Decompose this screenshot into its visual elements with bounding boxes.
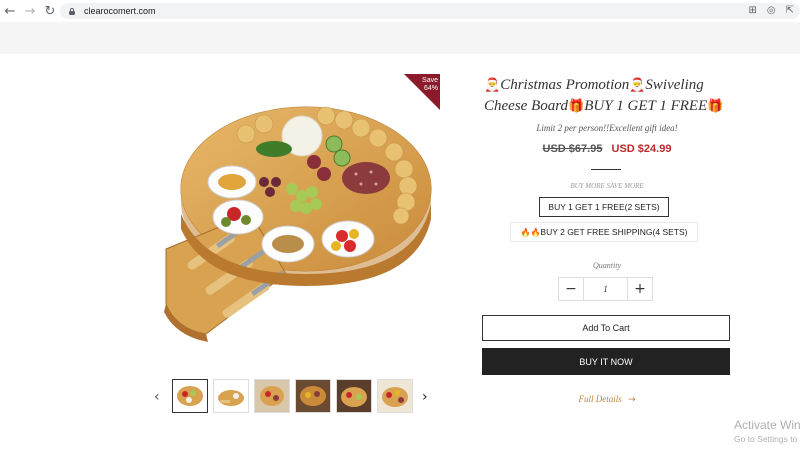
announcement-bar: [0, 22, 800, 54]
price-block: USD $67.95 USD $24.99: [484, 143, 730, 155]
browser-toolbar: ← → ↻ clearocomert.com ⊞ ◎ ⇱: [0, 0, 800, 22]
quantity-input[interactable]: 1: [583, 278, 628, 300]
minus-icon[interactable]: −: [559, 278, 583, 300]
fire-icon: 🔥🔥: [520, 227, 541, 237]
thumbnail-carousel: ‹ ›: [150, 379, 440, 415]
add-to-cart-button[interactable]: Add To Cart: [482, 315, 730, 341]
badge-line-2: 64%: [423, 85, 438, 92]
address-bar[interactable]: clearocomert.com ⊞ ◎ ⇱: [60, 3, 800, 19]
thumbnail-4[interactable]: [295, 379, 331, 413]
quantity-label: Quantity: [593, 261, 621, 270]
bundle-heading: BUY MORE SAVE MORE: [570, 182, 644, 190]
thumbnail-1[interactable]: [172, 379, 208, 413]
thumbnail-2[interactable]: [213, 379, 249, 413]
gift-icon: 🎁: [707, 99, 724, 114]
quantity-stepper: − 1 +: [558, 277, 653, 301]
badge-line-1: Save: [422, 77, 438, 84]
full-details-link[interactable]: Full Details →: [484, 394, 730, 405]
title-part-3: BUY 1 GET 1 FREE: [584, 98, 708, 114]
url-text[interactable]: clearocomert.com: [84, 6, 156, 16]
thumbnail-6[interactable]: [377, 379, 413, 413]
eye-off-icon[interactable]: ◎: [767, 5, 776, 16]
product-main-image[interactable]: [146, 74, 442, 364]
activation-watermark: Activate Win: [734, 418, 800, 432]
sale-price: USD $24.99: [611, 143, 672, 155]
back-icon[interactable]: ←: [0, 0, 20, 22]
product-subtitle: Limit 2 per person!!Excellent gift idea!: [536, 123, 678, 133]
bundle-option-2-label: BUY 2 GET FREE SHIPPING(4 SETS): [540, 227, 688, 237]
plus-icon[interactable]: +: [628, 278, 652, 300]
lock-icon[interactable]: [68, 7, 76, 15]
activation-watermark-sub: Go to Settings to: [734, 434, 798, 444]
share-icon[interactable]: ⇱: [786, 5, 794, 16]
divider: [591, 169, 621, 170]
buy-now-button[interactable]: BUY IT NOW: [482, 348, 730, 375]
reload-icon[interactable]: ↻: [40, 0, 60, 22]
product-title: 🎅Christmas Promotion🎅Swiveling Cheese Bo…: [484, 75, 734, 117]
bundle-option-1[interactable]: BUY 1 GET 1 FREE(2 SETS): [539, 197, 669, 217]
full-details-label: Full Details: [578, 394, 622, 404]
discount-badge-text: Save 64%: [422, 77, 438, 93]
translate-icon[interactable]: ⊞: [748, 5, 756, 16]
compare-at-price: USD $67.95: [542, 143, 603, 155]
bundle-option-2[interactable]: 🔥🔥 BUY 2 GET FREE SHIPPING(4 SETS): [510, 222, 698, 242]
santa-icon: 🎅: [484, 78, 501, 93]
forward-icon[interactable]: →: [20, 0, 40, 22]
thumbnail-5[interactable]: [336, 379, 372, 413]
title-part-1: Christmas Promotion: [500, 77, 630, 93]
santa-icon: 🎅: [629, 78, 646, 93]
discount-badge: Save 64%: [404, 74, 440, 110]
chevron-right-icon[interactable]: ›: [422, 389, 428, 405]
arrow-right-icon: →: [627, 395, 636, 405]
chevron-left-icon[interactable]: ‹: [154, 389, 160, 405]
thumbnail-3[interactable]: [254, 379, 290, 413]
gift-icon: 🎁: [568, 99, 585, 114]
